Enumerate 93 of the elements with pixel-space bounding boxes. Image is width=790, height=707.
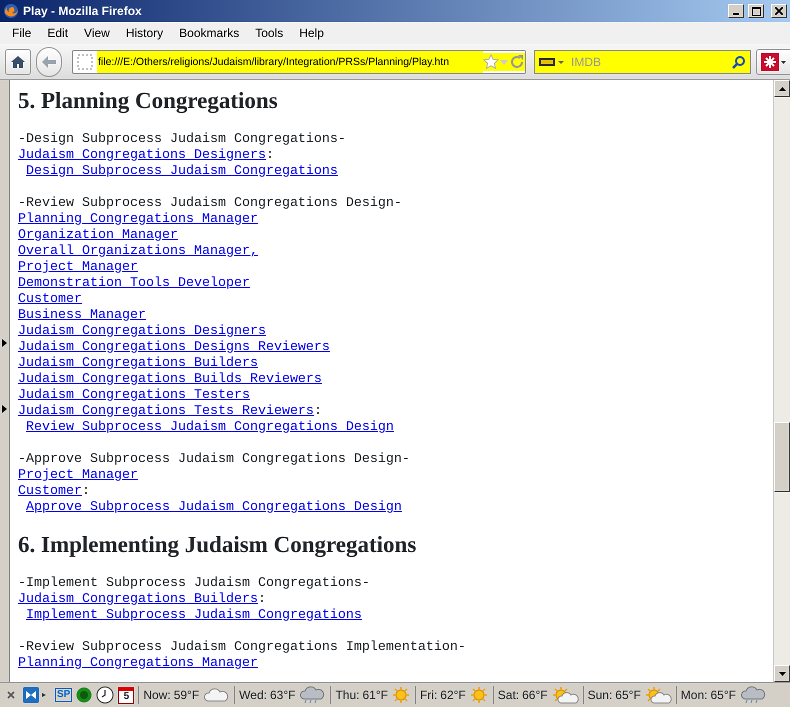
task-link[interactable]: Approve Subprocess Judaism Congregations Design xyxy=(26,500,402,515)
sun-cloud-icon xyxy=(644,686,672,704)
close-button[interactable] xyxy=(771,4,787,18)
down-arrow-icon xyxy=(778,672,786,676)
role-link[interactable]: Project Manager xyxy=(18,260,138,275)
task-link[interactable]: Review Subprocess Judaism Congregations Design xyxy=(26,420,394,435)
menu-item[interactable]: Bookmarks xyxy=(171,24,248,42)
temperature-text: 65°F xyxy=(615,687,641,704)
weather-day-label: Wed: xyxy=(239,687,267,704)
role-link[interactable]: Customer xyxy=(18,484,82,499)
role-link[interactable]: Judaism Congregations Designs Reviewers xyxy=(18,340,330,355)
reload-icon[interactable] xyxy=(509,52,525,70)
window-title: Play - Mozilla Firefox xyxy=(23,3,143,20)
role-link[interactable]: Judaism Congregations Tests Reviewers xyxy=(18,404,314,419)
sun-icon xyxy=(468,686,489,704)
menu-item[interactable]: Help xyxy=(291,24,332,42)
weather-day-label: Thu: xyxy=(335,687,360,704)
menu-item[interactable]: History xyxy=(118,24,172,42)
process-title: -Review Subprocess Judaism Congregations Design- xyxy=(18,196,403,212)
process-title: -Approve Subprocess Judaism Congregations Design- xyxy=(18,452,411,468)
weather-day-label: Sat: xyxy=(498,687,520,704)
process-title: -Implement Subprocess Judaism Congregations- xyxy=(18,576,371,592)
temperature-text: 66°F xyxy=(522,687,548,704)
process-title: -Review Subprocess Judaism Congregations Implementation- xyxy=(18,640,467,656)
temperature-text: 59°F xyxy=(174,687,200,704)
role-link[interactable]: Overall Organizations Manager, xyxy=(18,244,258,259)
task-link[interactable]: Implement Subprocess Judaism Congregations xyxy=(26,608,362,623)
role-link[interactable]: Organization Manager xyxy=(18,228,178,243)
role-link[interactable]: Judaism Congregations Builds Reviewers xyxy=(18,372,322,387)
addon-button[interactable] xyxy=(756,48,790,74)
clock-icon[interactable] xyxy=(96,686,114,704)
sp-label[interactable]: SP xyxy=(55,688,72,702)
role-link[interactable]: Judaism Congregations Builders xyxy=(18,356,258,371)
role-link[interactable]: Demonstration Tools Developer xyxy=(18,276,250,291)
temperature-text: 63°F xyxy=(270,687,296,704)
sun-icon xyxy=(390,686,411,704)
browser-logo-icon xyxy=(3,3,19,19)
minimize-button[interactable] xyxy=(728,4,744,18)
search-bar[interactable]: IMDB xyxy=(534,50,751,74)
addon-icon xyxy=(761,52,787,70)
menu-item[interactable]: Tools xyxy=(247,24,292,42)
menu-item[interactable]: Edit xyxy=(39,24,76,42)
weather-day-label: Sun: xyxy=(588,687,612,704)
globe-icon[interactable] xyxy=(76,687,92,703)
expand-arrow-icon[interactable] xyxy=(2,339,7,347)
section-heading: 5. Planning Congregations xyxy=(18,88,279,114)
addon-icon[interactable] xyxy=(22,686,48,704)
scroll-up-button[interactable] xyxy=(774,80,790,97)
search-icon[interactable] xyxy=(732,54,746,68)
rain-cloud-icon xyxy=(738,686,767,704)
up-arrow-icon xyxy=(778,86,786,90)
maximize-button[interactable] xyxy=(748,4,764,18)
colon-text: : xyxy=(82,484,90,499)
temperature-text: 62°F xyxy=(440,687,466,704)
process-title: -Design Subprocess Judaism Congregations- xyxy=(18,132,347,148)
menu-item[interactable]: File xyxy=(4,24,40,42)
scroll-thumb[interactable] xyxy=(774,422,790,492)
scrollbar[interactable] xyxy=(773,80,790,682)
role-link[interactable]: Judaism Congregations Designers xyxy=(18,148,266,163)
menu-item[interactable]: View xyxy=(76,24,118,42)
sun-cloud-icon xyxy=(550,686,579,704)
temperature-text: 65°F xyxy=(710,687,736,704)
colon-text: : xyxy=(258,592,266,607)
cloud-icon xyxy=(202,686,230,704)
search-engine-icon[interactable] xyxy=(539,56,565,68)
home-icon xyxy=(10,54,26,68)
role-link[interactable]: Project Manager xyxy=(18,468,138,483)
close-icon xyxy=(775,7,783,15)
role-link[interactable]: Business Manager xyxy=(18,308,146,323)
role-link[interactable]: Judaism Congregations Builders xyxy=(18,592,258,607)
back-icon xyxy=(41,54,57,68)
colon-text: : xyxy=(314,404,322,419)
home-button[interactable] xyxy=(5,48,31,74)
role-link[interactable]: Customer xyxy=(18,292,82,307)
address-field[interactable]: file:///E:/Others/religions/Judaism/library/Integration/PRSs/Planning/Play.htn xyxy=(97,50,483,72)
weather-day-label: Mon: xyxy=(680,687,708,704)
colon-text: : xyxy=(266,148,274,163)
role-link[interactable]: Planning Congregations Manager xyxy=(18,212,258,227)
temperature-text: 61°F xyxy=(362,687,388,704)
section-heading: 6. Implementing Judaism Congregations xyxy=(18,532,418,558)
rain-cloud-icon xyxy=(298,686,326,704)
weather-day-label: Fri: xyxy=(420,687,438,704)
role-link[interactable]: Judaism Congregations Designers xyxy=(18,324,266,339)
back-button[interactable] xyxy=(36,46,62,76)
role-link[interactable]: Judaism Congregations Testers xyxy=(18,388,250,403)
calendar-icon[interactable]: 5 xyxy=(118,686,134,704)
weather-day-label: Now: xyxy=(143,687,171,704)
maximize-icon xyxy=(752,6,760,16)
search-field[interactable]: IMDB xyxy=(569,52,728,72)
scroll-down-button[interactable] xyxy=(774,665,790,682)
expand-arrow-icon[interactable] xyxy=(2,405,7,413)
role-link[interactable]: Planning Congregations Manager xyxy=(18,656,258,671)
task-link[interactable]: Design Subprocess Judaism Congregations xyxy=(26,164,338,179)
